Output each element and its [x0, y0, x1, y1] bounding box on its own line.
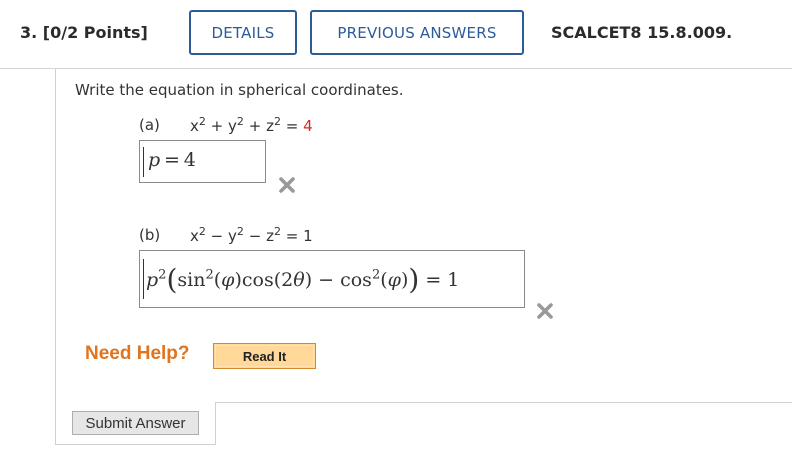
question-title: 3. [0/2 Points] [20, 23, 148, 42]
previous-answers-button[interactable]: PREVIOUS ANSWERS [310, 10, 524, 55]
part-a-equation: x2 + y2 + z2 = 4 [190, 115, 313, 135]
question-prompt: Write the equation in spherical coordina… [75, 81, 404, 99]
part-b-label: (b) [139, 226, 161, 244]
panel-border [55, 69, 56, 445]
part-a-answer-math: p = 4 [148, 149, 196, 171]
submit-answer-button[interactable]: Submit Answer [72, 411, 199, 435]
text-cursor [143, 147, 144, 177]
need-help-label: Need Help? [85, 343, 190, 364]
part-b-answer-field[interactable]: p2(sin2(φ)cos(2θ) − cos2(φ)) = 1 [139, 250, 525, 308]
problem-id: SCALCET8 15.8.009. [551, 23, 733, 42]
panel-border [55, 444, 216, 445]
part-b-answer-math: p2(sin2(φ)cos(2θ) − cos2(φ)) = 1 [146, 263, 460, 296]
part-a-answer-field[interactable]: p = 4 [139, 140, 266, 183]
incorrect-x-icon [537, 303, 553, 319]
read-it-button[interactable]: Read It [213, 343, 316, 369]
panel-border [215, 402, 216, 445]
part-a-rhs: 4 [303, 117, 313, 135]
part-a-label: (a) [139, 116, 160, 134]
question-header: 3. [0/2 Points] DETAILS PREVIOUS ANSWERS… [0, 0, 792, 69]
details-button[interactable]: DETAILS [189, 10, 297, 55]
part-b-equation: x2 − y2 − z2 = 1 [190, 225, 313, 245]
panel-border [215, 402, 792, 403]
incorrect-x-icon [279, 177, 295, 193]
text-cursor [143, 259, 144, 299]
